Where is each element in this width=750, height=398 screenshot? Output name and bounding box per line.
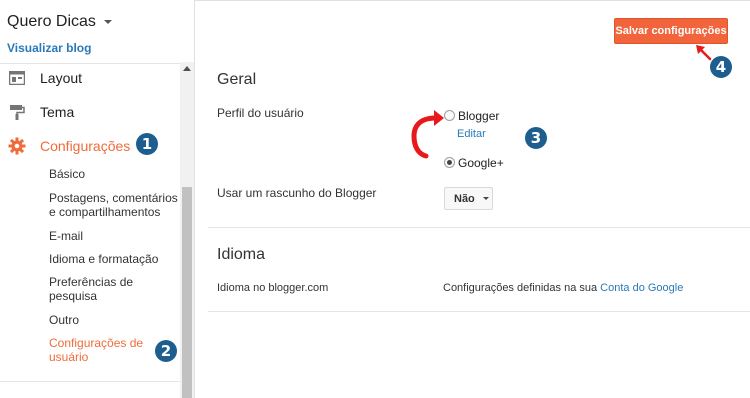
- curved-arrow-icon: [411, 110, 444, 159]
- radio-blogger[interactable]: [444, 110, 455, 121]
- language-text: Configurações definidas na sua: [443, 282, 598, 294]
- gear-icon: [8, 137, 26, 155]
- blog-title: Quero Dicas: [7, 13, 96, 30]
- language-label: Idioma no blogger.com: [217, 282, 329, 294]
- annotation-badge-2: 2: [155, 340, 177, 362]
- pointer-arrow-icon: [696, 45, 712, 61]
- save-settings-button[interactable]: Salvar configurações: [614, 18, 728, 44]
- sidebar-item-label: Layout: [40, 70, 83, 86]
- chevron-down-icon: [482, 197, 489, 200]
- section-divider: [208, 311, 750, 312]
- scroll-up-arrow-icon[interactable]: [183, 66, 191, 71]
- layout-icon: [8, 69, 26, 87]
- sidebar-subitem-email[interactable]: E-mail: [49, 229, 179, 243]
- annotation-badge-3: 3: [525, 127, 547, 149]
- profile-label: Perfil do usuário: [217, 106, 304, 120]
- sidebar-subitem-other[interactable]: Outro: [49, 313, 179, 327]
- sidebar-item-layout[interactable]: Layout: [0, 64, 180, 92]
- sidebar-item-label: Tema: [40, 104, 75, 120]
- sidebar-subitem-posts-comments-sharing[interactable]: Postagens, comentários e compartilhament…: [49, 191, 179, 219]
- language-value: Configurações definidas na sua Conta do …: [443, 282, 683, 294]
- section-title-language: Idioma: [217, 246, 266, 263]
- radio-google-plus[interactable]: [444, 157, 455, 168]
- sidebar: Quero Dicas Visualizar blog Layout Tema …: [0, 0, 195, 398]
- sidebar-subitem-basic[interactable]: Básico: [49, 167, 179, 181]
- paint-roller-icon: [8, 103, 26, 121]
- view-blog-link[interactable]: Visualizar blog: [7, 41, 91, 55]
- google-account-link[interactable]: Conta do Google: [600, 282, 683, 294]
- radio-label-google-plus: Google+: [458, 156, 504, 170]
- blog-selector[interactable]: Quero Dicas: [7, 13, 112, 31]
- draft-select[interactable]: Não: [444, 187, 493, 210]
- annotation-badge-1: 1: [136, 133, 158, 155]
- draft-select-value: Não: [454, 192, 475, 205]
- sidebar-scrollbar[interactable]: [180, 62, 194, 398]
- draft-label: Usar um rascunho do Blogger: [217, 186, 377, 200]
- sidebar-subitem-language-formatting[interactable]: Idioma e formatação: [49, 252, 179, 266]
- sidebar-item-label: Configurações: [40, 138, 131, 154]
- sidebar-subitem-search-preferences[interactable]: Preferências de pesquisa: [49, 275, 159, 303]
- divider: [0, 381, 180, 382]
- sidebar-subitem-user-settings[interactable]: Configurações de usuário: [49, 336, 149, 364]
- section-title-general: Geral: [217, 71, 257, 88]
- sidebar-item-theme[interactable]: Tema: [0, 98, 180, 126]
- edit-link[interactable]: Editar: [457, 128, 486, 140]
- section-divider: [208, 227, 750, 228]
- scrollbar-thumb[interactable]: [182, 187, 192, 398]
- radio-label-blogger: Blogger: [458, 109, 500, 123]
- chevron-down-icon: [103, 20, 112, 24]
